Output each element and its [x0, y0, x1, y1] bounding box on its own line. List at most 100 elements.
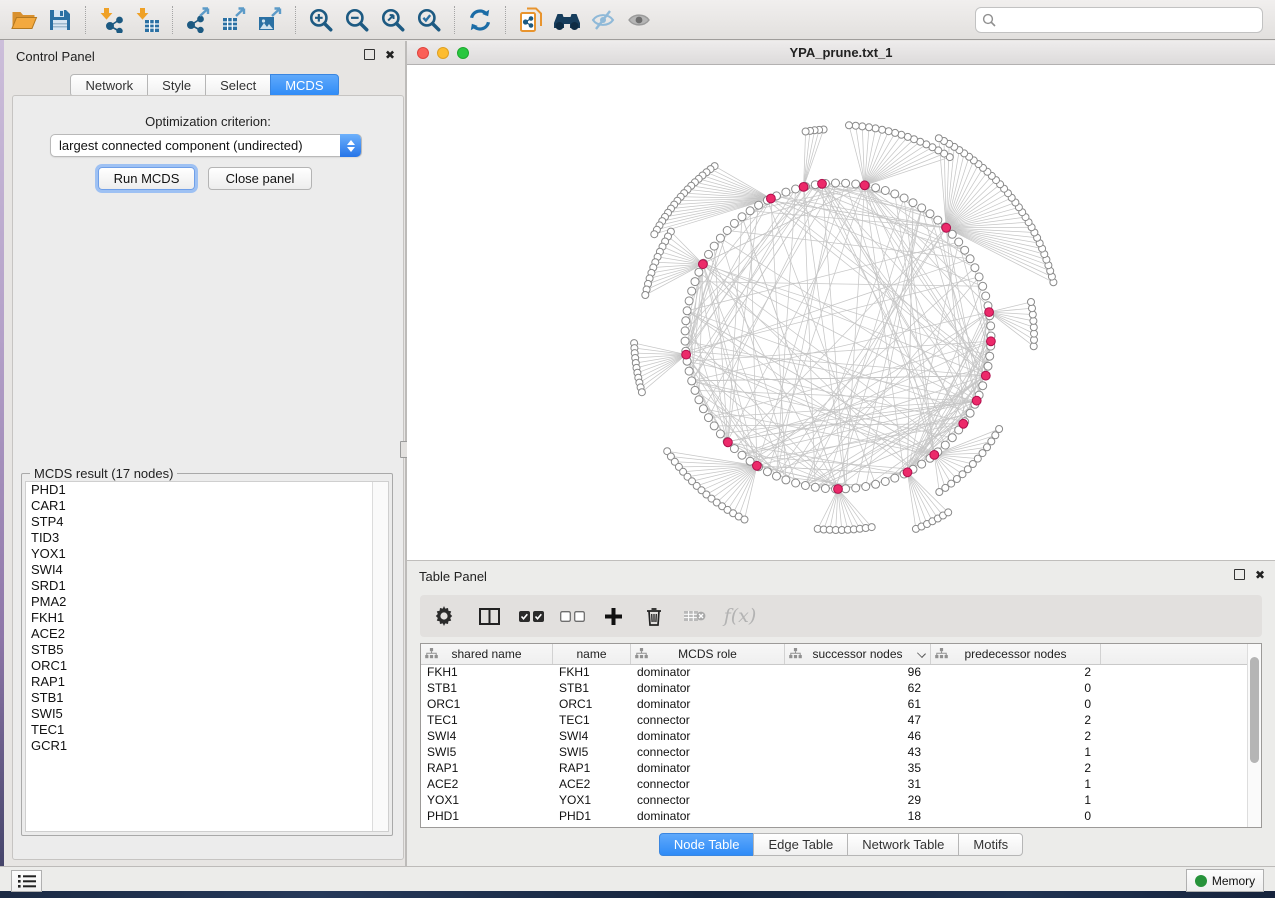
graph-node-dominator[interactable]: [903, 468, 912, 477]
graph-node[interactable]: [832, 179, 840, 187]
graph-node[interactable]: [885, 128, 892, 135]
graph-node[interactable]: [1028, 299, 1035, 306]
cell-shared_name[interactable]: SWI4: [421, 728, 553, 744]
graph-node[interactable]: [872, 125, 879, 132]
tab-network[interactable]: Network: [70, 74, 148, 97]
column-header-shared-name[interactable]: shared name: [421, 644, 553, 664]
graph-node[interactable]: [934, 216, 942, 224]
graph-node[interactable]: [842, 179, 850, 187]
graph-node[interactable]: [682, 317, 690, 325]
mcds-result-item[interactable]: SWI4: [26, 562, 388, 578]
graph-node[interactable]: [982, 292, 990, 300]
graph-node[interactable]: [859, 123, 866, 130]
delete-row-trash-icon[interactable]: [634, 595, 674, 637]
graph-node[interactable]: [746, 207, 754, 215]
graph-node[interactable]: [695, 396, 703, 404]
graph-node[interactable]: [961, 246, 969, 254]
cell-predecessor_nodes[interactable]: 2: [931, 728, 1101, 744]
mcds-result-item[interactable]: RAP1: [26, 674, 388, 690]
cell-shared_name[interactable]: YOX1: [421, 792, 553, 808]
graph-node[interactable]: [691, 386, 699, 394]
graph-node[interactable]: [852, 180, 860, 188]
cell-mcds_role[interactable]: connector: [631, 712, 785, 728]
graph-node[interactable]: [681, 337, 689, 345]
graph-node[interactable]: [996, 426, 1003, 433]
add-row-icon[interactable]: [592, 595, 634, 637]
graph-node[interactable]: [792, 185, 800, 193]
binoculars-icon[interactable]: [549, 3, 585, 37]
tab-mcds[interactable]: MCDS: [270, 74, 338, 97]
graph-nodes[interactable]: [631, 122, 1057, 534]
graph-node[interactable]: [688, 287, 696, 295]
tab-select[interactable]: Select: [205, 74, 271, 97]
close-panel-icon[interactable]: ✖: [385, 50, 395, 60]
zoom-out-icon[interactable]: [339, 3, 375, 37]
table-row[interactable]: RAP1RAP1dominator352: [421, 760, 1248, 776]
cell-predecessor_nodes[interactable]: 1: [931, 792, 1101, 808]
cell-successor_nodes[interactable]: 62: [785, 680, 931, 696]
deselect-all-checkboxes-icon[interactable]: [552, 595, 592, 637]
graph-node[interactable]: [642, 292, 649, 299]
network-graph-svg[interactable]: [407, 65, 1275, 560]
graph-node[interactable]: [975, 273, 983, 281]
graph-node[interactable]: [755, 201, 763, 209]
graph-node[interactable]: [681, 327, 689, 335]
cell-successor_nodes[interactable]: 29: [785, 792, 931, 808]
cell-shared_name[interactable]: SWI5: [421, 744, 553, 760]
mcds-result-item[interactable]: CAR1: [26, 498, 388, 514]
graph-node[interactable]: [984, 362, 992, 370]
table-row[interactable]: TEC1TEC1connector472: [421, 712, 1248, 728]
duplicate-network-icon[interactable]: [513, 3, 549, 37]
search-input[interactable]: [1001, 11, 1256, 28]
zoom-fit-icon[interactable]: [375, 3, 411, 37]
cell-successor_nodes[interactable]: 18: [785, 808, 931, 824]
graph-node[interactable]: [955, 238, 963, 246]
cell-mcds_role[interactable]: dominator: [631, 696, 785, 712]
graph-node[interactable]: [862, 483, 870, 491]
graph-node[interactable]: [941, 441, 949, 449]
hide-eye-icon[interactable]: [585, 3, 621, 37]
zoom-selected-icon[interactable]: [411, 3, 447, 37]
optimization-criterion-select[interactable]: largest connected component (undirected): [50, 134, 362, 157]
graph-node[interactable]: [688, 377, 696, 385]
graph-node[interactable]: [801, 482, 809, 490]
graph-node[interactable]: [738, 213, 746, 221]
open-folder-icon[interactable]: [6, 3, 42, 37]
graph-node[interactable]: [716, 430, 724, 438]
mcds-result-item[interactable]: SWI5: [26, 706, 388, 722]
cell-name[interactable]: SWI4: [553, 728, 631, 744]
cell-successor_nodes[interactable]: 46: [785, 728, 931, 744]
graph-node[interactable]: [852, 122, 859, 129]
cell-mcds_role[interactable]: connector: [631, 744, 785, 760]
graph-node[interactable]: [695, 268, 703, 276]
search-box[interactable]: [975, 7, 1263, 33]
graph-node[interactable]: [651, 231, 658, 238]
graph-node-dominator[interactable]: [985, 308, 994, 317]
graph-node-dominator[interactable]: [753, 461, 762, 470]
graph-node[interactable]: [730, 445, 738, 453]
graph-node[interactable]: [716, 234, 724, 242]
table-row[interactable]: ORC1ORC1dominator610: [421, 696, 1248, 712]
column-header-name[interactable]: name: [553, 644, 631, 664]
graph-node[interactable]: [987, 322, 995, 330]
graph-node-dominator[interactable]: [981, 371, 990, 380]
graph-node[interactable]: [879, 126, 886, 133]
graph-node[interactable]: [918, 204, 926, 212]
mcds-result-item[interactable]: YOX1: [26, 546, 388, 562]
table-row[interactable]: FKH1FKH1dominator962: [421, 664, 1248, 680]
graph-node[interactable]: [802, 128, 809, 135]
graph-node[interactable]: [986, 352, 994, 360]
cell-shared_name[interactable]: PHD1: [421, 808, 553, 824]
export-table-icon[interactable]: [216, 3, 252, 37]
graph-node-dominator[interactable]: [972, 396, 981, 405]
graph-node[interactable]: [866, 124, 873, 131]
graph-node[interactable]: [935, 135, 942, 142]
cell-predecessor_nodes[interactable]: 0: [931, 808, 1101, 824]
graph-node[interactable]: [945, 509, 952, 516]
sort-chevron-icon[interactable]: [917, 649, 926, 658]
cell-name[interactable]: YOX1: [553, 792, 631, 808]
graph-node[interactable]: [710, 422, 718, 430]
graph-node[interactable]: [881, 187, 889, 195]
cell-name[interactable]: RAP1: [553, 760, 631, 776]
graph-node[interactable]: [891, 474, 899, 482]
